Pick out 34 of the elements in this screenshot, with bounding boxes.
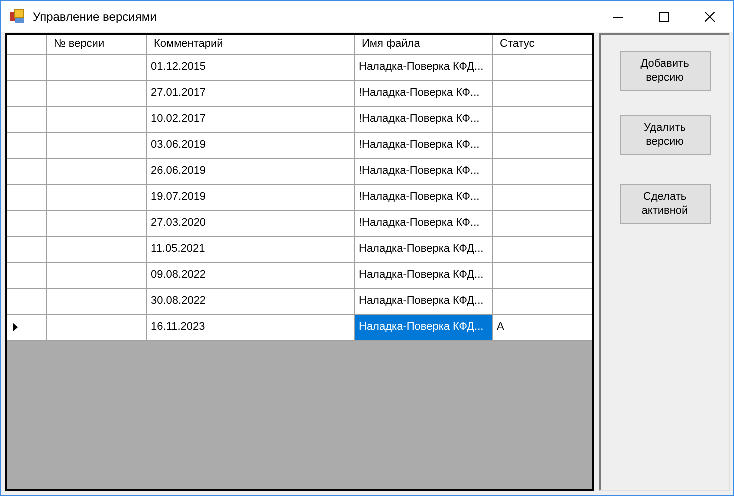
table-cell: !Наладка-Поверка КФ... [355, 133, 493, 158]
table-cell: 27.01.2017 [147, 81, 355, 106]
column-header[interactable]: Статус [493, 35, 592, 54]
column-header[interactable]: Комментарий [147, 35, 355, 54]
table-cell: 03.06.2019 [147, 133, 355, 158]
table-cell: Наладка-Поверка КФД... [355, 289, 493, 314]
close-icon [705, 12, 715, 22]
action-button[interactable]: Сделать активной [620, 184, 710, 224]
table-cell: 09.08.2022 [147, 263, 355, 288]
maximize-icon [659, 12, 669, 22]
column-header[interactable]: № версии [47, 35, 147, 54]
table-cell: 01.12.2015 [147, 55, 355, 80]
window-title: Управление версиями [33, 8, 157, 26]
current-row-icon [13, 323, 18, 332]
table-cell: 26.06.2019 [147, 159, 355, 184]
table-cell: A [493, 315, 592, 340]
table-cell: !Наладка-Поверка КФ... [355, 159, 493, 184]
table-cell: 19.07.2019 [147, 185, 355, 210]
table-cell: !Наладка-Поверка КФ... [355, 211, 493, 236]
action-button[interactable]: Добавить версию [620, 51, 710, 91]
table-cell: 30.08.2022 [147, 289, 355, 314]
table-cell: 10.02.2017 [147, 107, 355, 132]
table-cell: !Наладка-Поверка КФ... [355, 185, 493, 210]
table-cell: Наладка-Поверка КФД... [355, 263, 493, 288]
app-icon [10, 8, 26, 24]
table-cell: !Наладка-Поверка КФ... [355, 107, 493, 132]
table-cell: 27.03.2020 [147, 211, 355, 236]
table-cell: Наладка-Поверка КФД... [355, 55, 493, 80]
table-cell: Наладка-Поверка КФД... [355, 237, 493, 262]
table-cell: 11.05.2021 [147, 237, 355, 262]
table-cell: !Наладка-Поверка КФ... [355, 81, 493, 106]
table-cell: Наладка-Поверка КФД... [355, 315, 493, 340]
action-button[interactable]: Удалить версию [620, 115, 710, 155]
column-header[interactable]: Имя файла [355, 35, 493, 54]
